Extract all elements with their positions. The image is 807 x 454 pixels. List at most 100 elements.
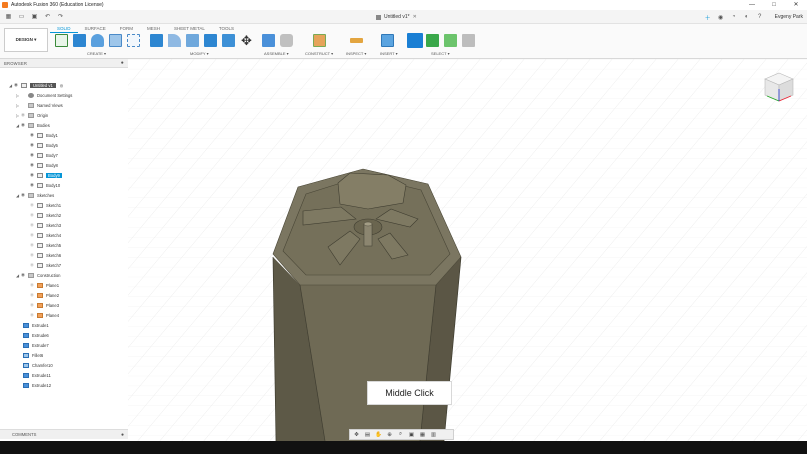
revolve-icon[interactable] [91,34,104,47]
tree-construction[interactable]: ◢ ◉ Construction [15,271,61,279]
eye-icon[interactable]: ◉ [29,242,35,248]
tree-feature[interactable]: Extrude7 [21,341,49,349]
pan-icon[interactable]: ✋ [374,431,383,439]
file-icon[interactable]: ▭ [17,12,26,21]
tab-solid[interactable]: SOLID [50,25,78,33]
tree-feature[interactable]: Chamfer10 [21,361,53,369]
insert-image-icon[interactable] [381,34,394,47]
tree-feature[interactable]: Fillet6 [21,351,43,359]
comments-pin-icon[interactable]: ● [121,432,124,438]
eye-icon[interactable]: ◉ [29,222,35,228]
user-name[interactable]: Evgeny Park [775,14,803,20]
tree-sketches[interactable]: ◢ ◉ Sketches [15,191,54,199]
fillet-icon[interactable] [168,34,181,47]
tree-bodies[interactable]: ◢ ◉ Bodies [15,121,50,129]
eye-icon[interactable]: ◉ [13,82,19,88]
eye-icon[interactable]: ◉ [20,192,26,198]
tree-feature[interactable]: Extrude1 [21,321,49,329]
undo-icon[interactable]: ↶ [43,12,52,21]
hole-icon[interactable] [109,34,122,47]
tree-body-selected[interactable]: ◉ Body9 [29,171,62,179]
pattern-icon[interactable] [127,34,140,47]
notifications-icon[interactable]: ◐ [743,13,751,21]
inspect-group-label[interactable]: INSPECT ▾ [346,51,366,56]
eye-icon[interactable]: ◉ [29,162,35,168]
select-body-green-icon[interactable] [426,34,439,47]
look-at-icon[interactable]: ▤ [363,431,372,439]
job-status-icon[interactable]: ◔ [730,13,738,21]
modify-group-label[interactable]: MODIFY ▾ [190,51,209,56]
tree-sketch[interactable]: ◉ Sketch4 [29,231,61,239]
tab-sheet-metal[interactable]: SHEET METAL [167,25,212,33]
timeline-bar[interactable] [0,441,807,454]
tree-origin[interactable]: ▷ ◉ Origin [15,111,48,119]
offset-plane-icon[interactable] [313,34,326,47]
tab-form[interactable]: FORM [113,25,140,33]
activate-icon[interactable]: ◎ [60,83,64,88]
viewcube[interactable] [761,69,797,105]
select-group-label[interactable]: SELECT ▾ [431,51,450,56]
eye-icon[interactable]: ◉ [29,282,35,288]
close-tab-icon[interactable]: ✕ [413,14,417,20]
browser-header[interactable]: BROWSER ● [0,59,128,68]
new-component-icon[interactable] [262,34,275,47]
extrude-icon[interactable] [73,34,86,47]
browser-pin-icon[interactable]: ● [121,60,124,66]
tree-sketch[interactable]: ◉ Sketch1 [29,201,61,209]
add-icon[interactable]: ＋ [704,13,712,22]
eye-icon[interactable]: ◉ [29,262,35,268]
tab-mesh[interactable]: MESH [140,25,167,33]
eye-icon[interactable]: ◉ [29,202,35,208]
tree-sketch[interactable]: ◉ Sketch5 [29,241,61,249]
tree-document-settings[interactable]: ▷ Document Settings [15,91,72,99]
fit-icon[interactable]: ⌕ [396,431,405,439]
help-icon[interactable]: ? [756,13,764,21]
assemble-group-label[interactable]: ASSEMBLE ▾ [264,51,289,56]
select-icon[interactable] [407,33,423,48]
eye-icon[interactable]: ◉ [29,252,35,258]
tree-plane[interactable]: ◉ Plane1 [29,281,59,289]
tree-plane[interactable]: ◉ Plane3 [29,301,59,309]
select-body-gray-icon[interactable] [462,34,475,47]
tree-feature[interactable]: Extrude12 [21,381,51,389]
tree-sketch[interactable]: ◉ Sketch7 [29,261,61,269]
combine-icon[interactable] [222,34,235,47]
eye-icon[interactable]: ◉ [29,132,35,138]
canvas-viewport[interactable] [128,59,807,441]
document-tab[interactable]: Untitled v1* ✕ [376,12,417,22]
display-settings-icon[interactable]: ▣ [407,431,416,439]
expand-icon[interactable]: ▷ [15,93,20,98]
tab-tools[interactable]: TOOLS [212,25,241,33]
apps-grid-icon[interactable]: ▦ [4,12,13,21]
tree-body[interactable]: ◉ Body8 [29,161,58,169]
workspace-switcher[interactable]: DESIGN ▾ [4,28,48,52]
viewports-icon[interactable]: ▥ [429,431,438,439]
tree-root[interactable]: ◢ ◉ Untitled v1 ◎ [8,81,63,89]
tree-body[interactable]: ◉ Body10 [29,181,60,189]
tree-body[interactable]: ◉ Body7 [29,151,58,159]
eye-icon[interactable]: ◉ [29,232,35,238]
tree-feature[interactable]: Extrude6 [21,331,49,339]
extensions-icon[interactable]: ◉ [717,13,725,21]
tree-body[interactable]: ◉ Body1 [29,131,58,139]
joint-icon[interactable] [280,34,293,47]
tree-named-views[interactable]: ▷ Named Views [15,101,63,109]
model-render[interactable] [128,59,807,441]
zoom-icon[interactable]: ⊕ [385,431,394,439]
eye-icon[interactable]: ◉ [29,152,35,158]
chamfer-icon[interactable] [186,34,199,47]
tree-sketch[interactable]: ◉ Sketch2 [29,211,61,219]
minimize-button[interactable]: — [741,0,763,10]
eye-icon[interactable]: ◉ [20,112,26,118]
insert-group-label[interactable]: INSERT ▾ [380,51,398,56]
tab-surface[interactable]: SURFACE [78,25,113,33]
measure-icon[interactable] [350,38,363,43]
eye-icon[interactable]: ◉ [29,302,35,308]
tree-plane[interactable]: ◉ Plane4 [29,311,59,319]
select-body-lightgreen-icon[interactable] [444,34,457,47]
maximize-button[interactable]: □ [763,0,785,10]
eye-icon[interactable]: ◉ [29,172,35,178]
redo-icon[interactable]: ↷ [56,12,65,21]
create-sketch-icon[interactable] [55,34,68,47]
grid-icon[interactable]: ▦ [418,431,427,439]
